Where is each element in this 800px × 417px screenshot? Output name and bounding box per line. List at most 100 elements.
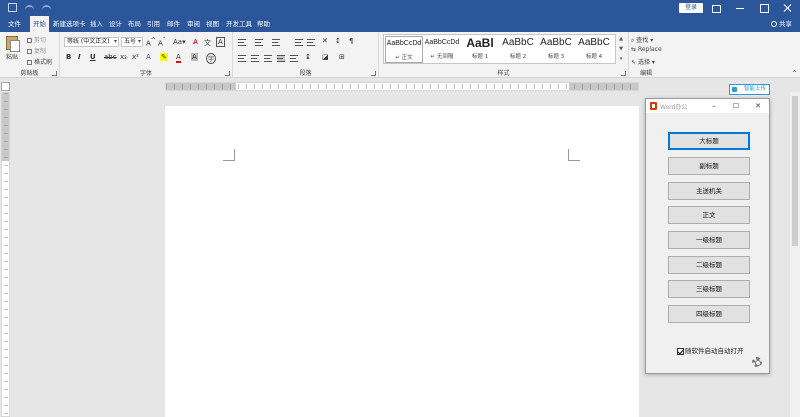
style-no-spacing[interactable]: AaBbCcDd ↵ 无间隔 <box>423 36 461 63</box>
highlight-icon[interactable]: ✎ <box>160 53 168 61</box>
tab-references[interactable]: 引用 <box>144 16 163 32</box>
character-border-icon[interactable]: A <box>216 37 225 47</box>
align-center-icon[interactable] <box>251 55 259 62</box>
redo-icon[interactable] <box>42 5 51 11</box>
tab-home[interactable]: 开始 <box>30 16 49 32</box>
chinese-layout-icon[interactable]: ✕ <box>322 37 328 45</box>
more-icon[interactable]: ▾ <box>618 54 624 64</box>
heading-level-4-button[interactable]: 四级标题 <box>668 305 750 323</box>
share-button[interactable]: 共享 <box>771 16 792 32</box>
heading-level-3-button[interactable]: 三级标题 <box>668 280 750 298</box>
style-heading-1[interactable]: AaBl 标题 1 <box>461 36 499 63</box>
clear-formatting-icon[interactable]: A̷ <box>193 38 198 46</box>
style-normal[interactable]: AaBbCcDd ↵ 正文 <box>385 36 423 63</box>
heading-level-1-button[interactable]: 一级标题 <box>668 231 750 249</box>
bold-icon[interactable]: B <box>66 53 71 61</box>
decrease-indent-icon[interactable] <box>295 39 303 46</box>
main-title-button[interactable]: 大标题 <box>668 132 750 150</box>
collapse-ribbon-icon[interactable]: ^ <box>792 70 797 77</box>
bullets-icon[interactable] <box>238 39 246 46</box>
horizontal-ruler[interactable] <box>165 82 639 91</box>
chevron-down-icon[interactable]: ▼ <box>618 44 624 54</box>
dialog-launcher-icon[interactable] <box>52 71 57 76</box>
font-color-icon[interactable]: A <box>176 53 181 63</box>
enclose-characters-icon[interactable]: 字 <box>206 53 217 64</box>
dialog-launcher-icon[interactable] <box>225 71 230 76</box>
select-button[interactable]: ↖ 选择 ▾ <box>631 57 655 66</box>
align-left-icon[interactable] <box>238 55 246 62</box>
tab-mailings[interactable]: 邮件 <box>164 16 183 32</box>
dialog-launcher-icon[interactable] <box>621 71 626 76</box>
shrink-font-icon[interactable]: Aˇ <box>158 38 166 47</box>
tab-insert[interactable]: 插入 <box>87 16 106 32</box>
paste-icon[interactable] <box>6 36 20 52</box>
replace-button[interactable]: ⇆ Replace <box>631 46 662 53</box>
tab-layout[interactable]: 布局 <box>125 16 144 32</box>
underline-icon[interactable]: U <box>90 53 96 61</box>
scroll-thumb[interactable] <box>792 96 798 246</box>
numbering-icon[interactable] <box>255 39 263 46</box>
ribbon-display-options-icon[interactable] <box>704 0 728 16</box>
tab-view[interactable]: 视图 <box>203 16 222 32</box>
superscript-icon[interactable]: x² <box>132 53 139 61</box>
multilevel-list-icon[interactable] <box>272 39 280 46</box>
text-effects-icon[interactable]: A <box>146 53 151 61</box>
distributed-icon[interactable] <box>290 55 298 62</box>
tab-file[interactable]: 文件 <box>5 16 24 32</box>
show-marks-icon[interactable]: ¶ <box>349 37 353 45</box>
dialog-launcher-icon[interactable] <box>371 71 376 76</box>
tab-help[interactable]: 帮助 <box>254 16 273 32</box>
checkbox-icon[interactable] <box>677 347 684 355</box>
undo-icon[interactable] <box>25 5 34 11</box>
grow-font-icon[interactable]: A^ <box>146 38 156 47</box>
smart-upload-button[interactable]: 智能上传 <box>729 84 770 95</box>
body-text-button[interactable]: 正文 <box>668 206 750 224</box>
font-name-select[interactable]: 等线 (中文正文) <box>64 37 119 47</box>
style-heading-2[interactable]: AaBbC 标题 2 <box>499 36 537 63</box>
tab-review[interactable]: 审阅 <box>184 16 203 32</box>
heading-level-2-button[interactable]: 二级标题 <box>668 256 750 274</box>
subscript-icon[interactable]: x₂ <box>120 53 127 61</box>
tab-developer[interactable]: 开发工具 <box>223 16 255 32</box>
maximize-icon[interactable] <box>752 0 776 16</box>
change-case-icon[interactable]: Aa▾ <box>173 38 186 46</box>
cut-button[interactable]: 剪切 <box>27 35 46 44</box>
minimize-icon[interactable] <box>728 0 752 16</box>
document-page[interactable] <box>165 106 639 417</box>
sort-icon[interactable]: ↕ <box>335 37 341 45</box>
gear-icon[interactable] <box>752 357 762 367</box>
styles-gallery-scroll[interactable]: ▲ ▼ ▾ <box>618 34 624 64</box>
font-size-select[interactable]: 五号 <box>121 37 143 47</box>
tab-new-tab[interactable]: 新建选项卡 <box>50 16 89 32</box>
phonetic-guide-icon[interactable]: 文 <box>204 38 211 48</box>
close-icon[interactable] <box>776 0 800 16</box>
find-button[interactable]: ⌕ 查找 ▾ <box>631 35 653 45</box>
auto-open-checkbox[interactable]: 随软件启动自动打开 <box>677 345 744 355</box>
paste-label[interactable]: 粘贴 <box>6 52 18 61</box>
italic-icon[interactable]: I <box>78 53 81 61</box>
chevron-up-icon[interactable]: ▲ <box>618 34 624 44</box>
shading-icon[interactable]: ◪ <box>322 53 329 61</box>
maximize-icon[interactable]: ☐ <box>731 101 741 111</box>
tab-design[interactable]: 设计 <box>106 16 125 32</box>
character-shading-icon[interactable]: A <box>191 53 198 61</box>
align-right-icon[interactable] <box>264 55 272 62</box>
recipient-button[interactable]: 主送机关 <box>668 182 750 200</box>
style-heading-4[interactable]: AaBbC 标题 4 <box>575 36 613 63</box>
login-button[interactable]: 登录 <box>679 3 703 13</box>
format-painter-button[interactable]: 格式刷 <box>27 57 52 66</box>
borders-icon[interactable]: ⊞ <box>339 53 345 61</box>
copy-button[interactable]: 复制 <box>27 46 46 55</box>
strikethrough-icon[interactable]: abc <box>104 53 117 61</box>
increase-indent-icon[interactable] <box>307 39 315 46</box>
subtitle-button[interactable]: 副标题 <box>668 157 750 175</box>
justify-icon[interactable] <box>277 55 285 62</box>
vertical-ruler[interactable] <box>1 92 10 417</box>
close-icon[interactable]: ✕ <box>753 101 763 111</box>
tab-selector[interactable] <box>1 82 10 91</box>
style-heading-3[interactable]: AaBbC 标题 3 <box>537 36 575 63</box>
line-spacing-icon[interactable]: ↨ <box>305 53 311 61</box>
save-icon[interactable] <box>8 3 17 12</box>
minimize-icon[interactable]: – <box>709 101 719 111</box>
vertical-scrollbar[interactable] <box>790 92 800 417</box>
